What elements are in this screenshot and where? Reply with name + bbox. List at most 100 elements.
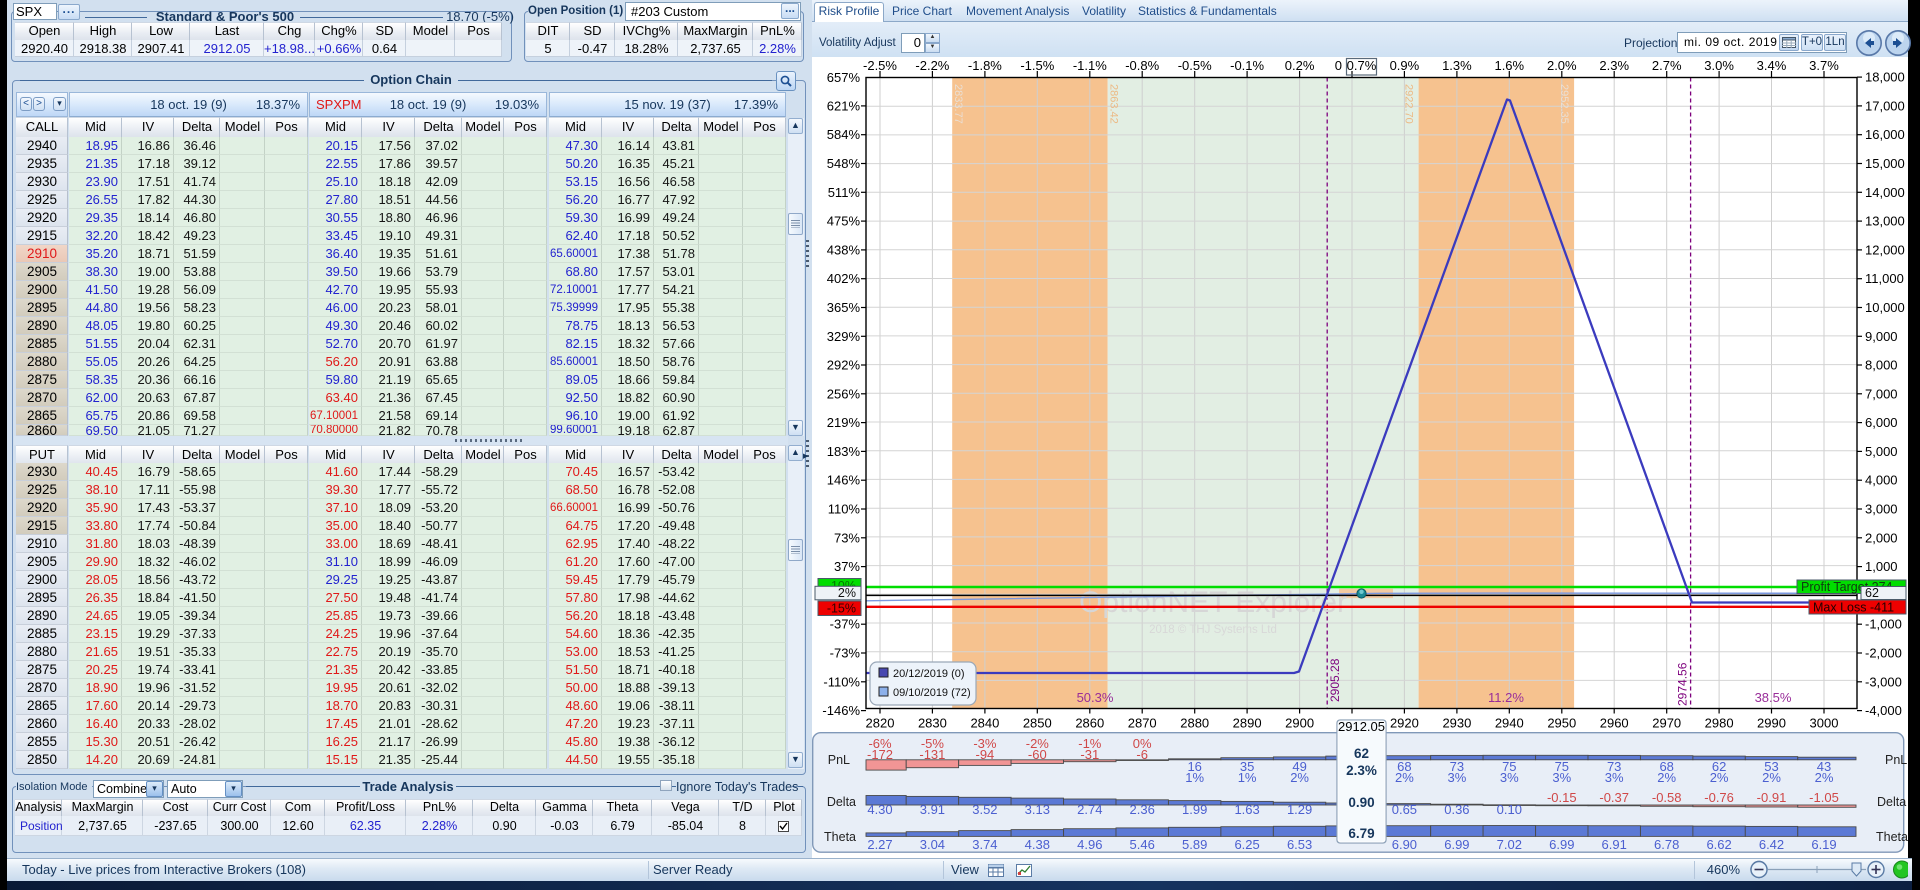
svg-text:2952.35: 2952.35 bbox=[1558, 84, 1570, 124]
svg-text:OptionNET Explorer: OptionNET Explorer bbox=[1079, 586, 1347, 619]
svg-text:0: 0 bbox=[1335, 58, 1342, 73]
svg-text:0.90: 0.90 bbox=[1348, 795, 1374, 810]
svg-text:16,000: 16,000 bbox=[1865, 127, 1905, 142]
svg-text:09/10/2019 (72): 09/10/2019 (72) bbox=[893, 687, 971, 699]
svg-text:2%: 2% bbox=[1762, 770, 1781, 785]
svg-text:219%: 219% bbox=[827, 415, 861, 430]
svg-text:5.46: 5.46 bbox=[1130, 837, 1155, 852]
svg-text:-1,000: -1,000 bbox=[1865, 617, 1902, 632]
svg-text:6.91: 6.91 bbox=[1602, 837, 1627, 852]
svg-text:0.36: 0.36 bbox=[1444, 802, 1469, 817]
svg-text:146%: 146% bbox=[827, 473, 861, 488]
svg-text:62: 62 bbox=[1865, 586, 1879, 600]
svg-text:0.9%: 0.9% bbox=[1390, 58, 1420, 73]
svg-text:6.62: 6.62 bbox=[1706, 837, 1731, 852]
svg-text:-3,000: -3,000 bbox=[1865, 674, 1902, 689]
svg-text:3.52: 3.52 bbox=[972, 802, 997, 817]
svg-text:3.0%: 3.0% bbox=[1704, 58, 1734, 73]
svg-text:584%: 584% bbox=[827, 127, 861, 142]
svg-text:256%: 256% bbox=[827, 386, 861, 401]
svg-text:329%: 329% bbox=[827, 329, 861, 344]
svg-text:13,000: 13,000 bbox=[1865, 214, 1905, 229]
svg-text:10,000: 10,000 bbox=[1865, 300, 1905, 315]
svg-text:5.89: 5.89 bbox=[1182, 837, 1207, 852]
svg-text:-0.91: -0.91 bbox=[1757, 790, 1787, 805]
svg-text:62: 62 bbox=[1354, 746, 1369, 761]
svg-text:1,000: 1,000 bbox=[1865, 559, 1898, 574]
svg-text:-6: -6 bbox=[1136, 747, 1148, 762]
svg-text:8,000: 8,000 bbox=[1865, 358, 1898, 373]
svg-text:475%: 475% bbox=[827, 214, 861, 229]
svg-text:7.02: 7.02 bbox=[1497, 837, 1522, 852]
svg-text:-1.5%: -1.5% bbox=[1020, 58, 1054, 73]
svg-text:2,000: 2,000 bbox=[1865, 530, 1898, 545]
svg-text:11,000: 11,000 bbox=[1865, 271, 1904, 286]
svg-text:-0.37: -0.37 bbox=[1599, 790, 1629, 805]
svg-text:2905.28: 2905.28 bbox=[1328, 658, 1342, 702]
svg-text:-37%: -37% bbox=[830, 617, 861, 632]
svg-text:110%: 110% bbox=[828, 502, 861, 517]
svg-text:0.2%: 0.2% bbox=[1285, 58, 1315, 73]
svg-text:Delta: Delta bbox=[1877, 795, 1906, 809]
svg-text:3.74: 3.74 bbox=[972, 837, 997, 852]
svg-text:6.79: 6.79 bbox=[1348, 826, 1374, 841]
svg-text:9,000: 9,000 bbox=[1865, 329, 1898, 344]
svg-text:621%: 621% bbox=[827, 98, 861, 113]
svg-text:292%: 292% bbox=[827, 358, 861, 373]
svg-text:511%: 511% bbox=[828, 185, 861, 200]
svg-text:-2,000: -2,000 bbox=[1865, 646, 1902, 661]
svg-text:7,000: 7,000 bbox=[1865, 386, 1898, 401]
svg-text:-131: -131 bbox=[919, 747, 945, 762]
svg-text:3%: 3% bbox=[1448, 770, 1467, 785]
svg-text:2%: 2% bbox=[1815, 770, 1834, 785]
svg-text:-0.15: -0.15 bbox=[1547, 790, 1577, 805]
svg-text:2.3%: 2.3% bbox=[1346, 763, 1377, 778]
svg-text:PnL: PnL bbox=[1885, 753, 1907, 767]
svg-text:3.91: 3.91 bbox=[920, 802, 945, 817]
svg-text:2974.56: 2974.56 bbox=[1676, 662, 1690, 706]
svg-text:PnL: PnL bbox=[828, 753, 850, 767]
svg-text:4.30: 4.30 bbox=[867, 802, 892, 817]
svg-text:17,000: 17,000 bbox=[1865, 98, 1905, 113]
svg-text:6.99: 6.99 bbox=[1444, 837, 1469, 852]
svg-text:-73%: -73% bbox=[830, 646, 861, 661]
svg-text:6.99: 6.99 bbox=[1549, 837, 1574, 852]
svg-text:6,000: 6,000 bbox=[1865, 415, 1898, 430]
svg-text:548%: 548% bbox=[827, 156, 861, 171]
svg-text:-2.2%: -2.2% bbox=[915, 58, 949, 73]
svg-text:Theta: Theta bbox=[1876, 830, 1908, 844]
svg-text:6.42: 6.42 bbox=[1759, 837, 1784, 852]
svg-text:-0.76: -0.76 bbox=[1704, 790, 1734, 805]
svg-text:0.7%: 0.7% bbox=[1347, 58, 1377, 73]
svg-text:1.3%: 1.3% bbox=[1442, 58, 1472, 73]
svg-text:6.90: 6.90 bbox=[1392, 837, 1417, 852]
svg-text:Theta: Theta bbox=[824, 830, 856, 844]
svg-text:2.7%: 2.7% bbox=[1652, 58, 1682, 73]
svg-text:3.04: 3.04 bbox=[920, 837, 945, 852]
svg-text:-0.8%: -0.8% bbox=[1125, 58, 1159, 73]
svg-text:4,000: 4,000 bbox=[1865, 473, 1898, 488]
svg-text:11.2%: 11.2% bbox=[1488, 690, 1524, 705]
svg-text:2833.77: 2833.77 bbox=[952, 84, 964, 124]
svg-text:1.6%: 1.6% bbox=[1494, 58, 1524, 73]
svg-text:2922.70: 2922.70 bbox=[1403, 84, 1415, 124]
svg-text:-0.1%: -0.1% bbox=[1230, 58, 1264, 73]
svg-text:2%: 2% bbox=[1290, 770, 1309, 785]
svg-text:2%: 2% bbox=[838, 586, 856, 600]
svg-text:73%: 73% bbox=[834, 530, 860, 545]
svg-text:0.10: 0.10 bbox=[1497, 802, 1522, 817]
svg-text:2.0%: 2.0% bbox=[1547, 58, 1577, 73]
svg-text:37%: 37% bbox=[834, 559, 860, 574]
svg-text:3%: 3% bbox=[1605, 770, 1624, 785]
svg-text:183%: 183% bbox=[827, 444, 861, 459]
svg-text:6.53: 6.53 bbox=[1287, 837, 1312, 852]
svg-text:3,000: 3,000 bbox=[1865, 502, 1898, 517]
svg-text:1.63: 1.63 bbox=[1234, 802, 1259, 817]
svg-text:1%: 1% bbox=[1238, 770, 1257, 785]
svg-text:-94: -94 bbox=[976, 747, 995, 762]
svg-text:3%: 3% bbox=[1500, 770, 1519, 785]
svg-text:1.99: 1.99 bbox=[1182, 802, 1207, 817]
svg-text:2.27: 2.27 bbox=[867, 837, 892, 852]
svg-text:50.3%: 50.3% bbox=[1077, 690, 1114, 705]
svg-text:6.19: 6.19 bbox=[1811, 837, 1836, 852]
